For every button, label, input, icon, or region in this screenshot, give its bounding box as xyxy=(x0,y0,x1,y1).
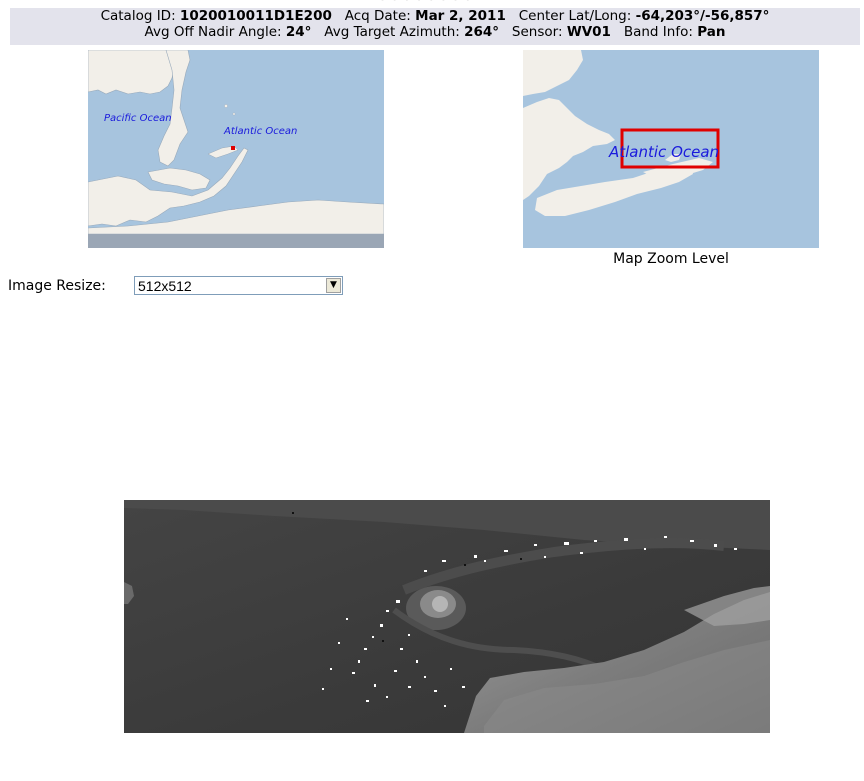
image-resize-select[interactable]: 512x512 ▼ xyxy=(134,276,343,295)
metadata-row-1: Catalog ID: 1020010011D1E200 Acq Date: M… xyxy=(10,8,860,24)
catalog-id-label: Catalog ID: xyxy=(100,8,176,24)
map-zoom-level-caption: Map Zoom Level xyxy=(613,251,729,267)
overview-map[interactable]: Pacific Ocean Atlantic Ocean xyxy=(88,50,384,248)
image-metadata-bar: Catalog ID: 1020010011D1E200 Acq Date: M… xyxy=(10,8,860,45)
catalog-id-value: 1020010011D1E200 xyxy=(179,8,332,24)
sensor-value: WV01 xyxy=(566,24,611,40)
sensor-label: Sensor: xyxy=(511,24,563,40)
satellite-image-graphic xyxy=(124,500,770,733)
satellite-image xyxy=(124,500,770,733)
center-latlong-value: -64,203°/-56,857° xyxy=(635,8,770,24)
zoom-map-graphic: Atlantic Ocean xyxy=(523,50,819,248)
target-azimuth-value: 264° xyxy=(464,24,500,40)
target-azimuth-label: Avg Target Azimuth: xyxy=(324,24,460,40)
overview-map-graphic: Pacific Ocean Atlantic Ocean xyxy=(88,50,384,248)
top-clipped-text: · · · · · · · · xyxy=(0,0,864,9)
band-info-value: Pan xyxy=(697,24,726,40)
zoom-atlantic-ocean-label: Atlantic Ocean xyxy=(608,143,719,161)
off-nadir-label: Avg Off Nadir Angle: xyxy=(144,24,282,40)
image-resize-label: Image Resize: xyxy=(8,278,106,294)
image-resize-selected-value: 512x512 xyxy=(138,278,192,294)
pacific-ocean-label: Pacific Ocean xyxy=(104,113,172,124)
zoom-map[interactable]: Atlantic Ocean xyxy=(523,50,819,248)
acq-date-label: Acq Date: xyxy=(344,8,411,24)
center-latlong-label: Center Lat/Long: xyxy=(518,8,632,24)
metadata-row-2: Avg Off Nadir Angle: 24° Avg Target Azim… xyxy=(10,24,860,40)
band-info-label: Band Info: xyxy=(623,24,693,40)
atlantic-ocean-label: Atlantic Ocean xyxy=(223,126,297,137)
chevron-down-icon[interactable]: ▼ xyxy=(326,278,341,293)
acq-date-value: Mar 2, 2011 xyxy=(415,8,506,24)
off-nadir-value: 24° xyxy=(285,24,312,40)
